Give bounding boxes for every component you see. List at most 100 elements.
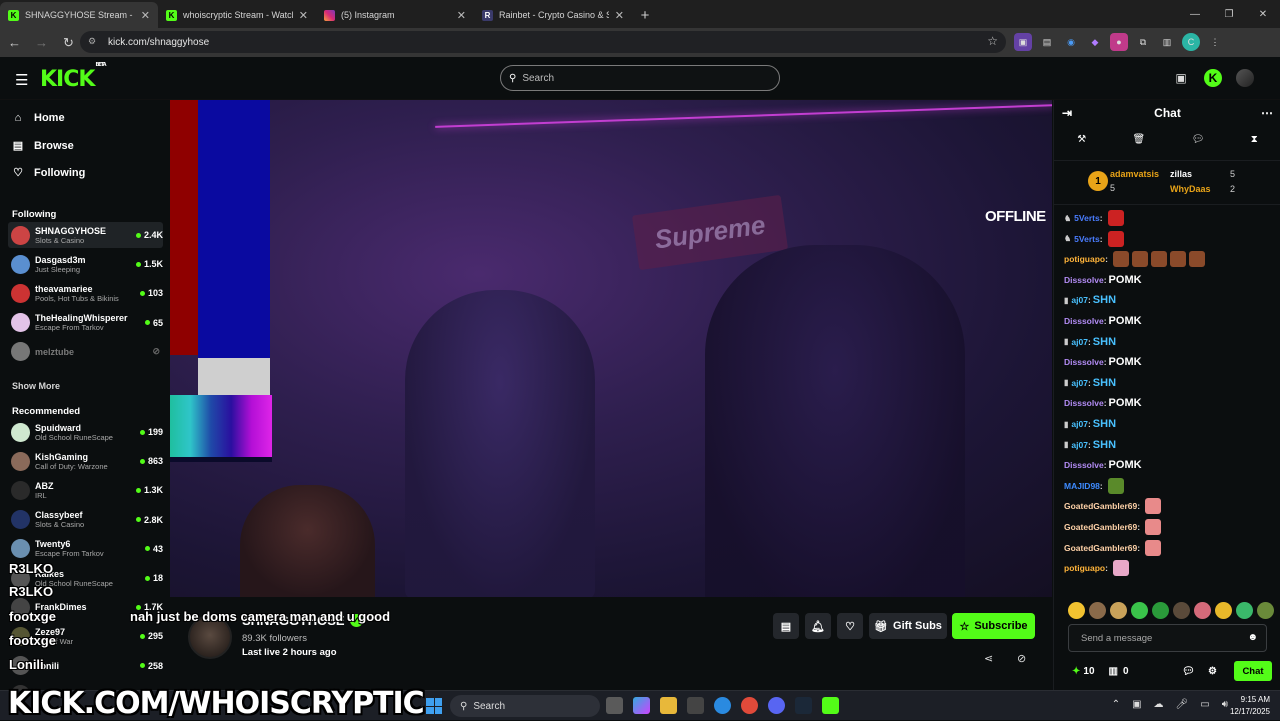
display-icon[interactable]: ▭	[1200, 699, 1209, 710]
chat-username[interactable]: GoatedGambler69	[1064, 543, 1137, 553]
chat-message[interactable]: Disssolve: POMK	[1064, 352, 1142, 372]
emote-icon[interactable]	[1089, 602, 1106, 619]
sidebar-nav-home[interactable]: ⌂ Home	[12, 112, 65, 124]
tab-whoiscryptic[interactable]: K whoiscryptic Stream - Watch Li ✕	[158, 2, 316, 28]
chat-username[interactable]: aj07	[1071, 378, 1088, 388]
reload-icon[interactable]: ↻	[56, 30, 81, 55]
chat-username[interactable]: 5Verts	[1074, 234, 1100, 244]
theater-mode-icon[interactable]: ▣	[1172, 69, 1190, 87]
sidebar-channel[interactable]: Classybeef Slots & Casino 2.8K	[8, 507, 163, 533]
menu-dots-icon[interactable]: ⋮	[1206, 33, 1224, 51]
hammer-icon[interactable]: ⚒	[1077, 134, 1086, 154]
hide-icon[interactable]: ⊘	[1017, 652, 1026, 665]
close-window-icon[interactable]: ✕	[1246, 0, 1280, 28]
chat-message[interactable]: ♞ 5Verts:	[1064, 229, 1124, 249]
chat-username[interactable]: Disssolve	[1064, 398, 1104, 408]
twitch-extension-icon[interactable]: ▣	[1014, 33, 1032, 51]
discord-icon[interactable]	[768, 697, 785, 714]
chat-message[interactable]: ▮ aj07: SHN	[1064, 290, 1116, 310]
chat-message[interactable]: ▮ aj07: SHN	[1064, 414, 1116, 434]
hourglass-icon[interactable]: ⧗	[1251, 134, 1258, 154]
chat-username[interactable]: Disssolve	[1064, 357, 1104, 367]
sidebar-nav-browse[interactable]: ▤ Browse	[12, 139, 74, 153]
chat-username[interactable]: aj07	[1071, 419, 1088, 429]
chat-username[interactable]: Disssolve	[1064, 275, 1104, 285]
store-icon[interactable]	[687, 697, 704, 714]
microphone-icon[interactable]: 🎤︎	[1176, 699, 1189, 710]
emote-icon[interactable]	[1236, 602, 1253, 619]
video-player[interactable]: Supreme	[170, 100, 1052, 597]
chat-username[interactable]: aj07	[1071, 440, 1088, 450]
edge-icon[interactable]	[714, 697, 731, 714]
emote-icon[interactable]	[1068, 602, 1085, 619]
sidebar-channel[interactable]: TheHealingWhisperer Escape From Tarkov 65	[8, 310, 163, 336]
taskbar-search[interactable]: ⚲ Search	[450, 695, 600, 717]
site-info-icon[interactable]: ⚙	[88, 36, 100, 48]
close-icon[interactable]: ✕	[299, 9, 308, 22]
chat-message[interactable]: GoatedGambler69:	[1064, 517, 1162, 537]
profile-icon[interactable]: C	[1182, 33, 1200, 51]
chat-username[interactable]: Disssolve	[1064, 460, 1104, 470]
extension-icon[interactable]: ▤	[1038, 33, 1056, 51]
chat-message-input[interactable]: Send a message ☻	[1068, 624, 1267, 652]
collapse-chat-icon[interactable]: ⇥	[1062, 106, 1072, 120]
network-icon[interactable]: ☁	[1154, 699, 1164, 710]
tab-rainbet[interactable]: R Rainbet - Crypto Casino & Spo ✕	[474, 2, 632, 28]
windows-start-icon[interactable]	[426, 698, 442, 714]
kick-app-icon[interactable]	[822, 697, 839, 714]
send-chat-button[interactable]: Chat	[1234, 661, 1272, 681]
subscribe-button[interactable]: ☆ Subscribe	[952, 613, 1035, 639]
tab-shnaggyhose[interactable]: K SHNAGGYHOSE Stream - Watch ✕	[0, 2, 158, 28]
chat-options-icon[interactable]: ⋯	[1261, 106, 1273, 120]
emote-icon[interactable]	[1152, 602, 1169, 619]
kick-points-icon[interactable]: K	[1204, 69, 1222, 87]
chat-message[interactable]: potiguapo:	[1064, 558, 1129, 578]
tray-app-icon[interactable]: ▣	[1132, 699, 1141, 710]
puzzle-icon[interactable]: ⧉	[1134, 33, 1152, 51]
restore-icon[interactable]: ❐	[1212, 0, 1246, 28]
show-more-link[interactable]: Show More	[12, 381, 60, 391]
emote-icon[interactable]	[1131, 602, 1148, 619]
chat-message[interactable]: MAJID98:	[1064, 476, 1124, 496]
volume-icon[interactable]: 🔊︎	[1222, 699, 1228, 710]
chat-username[interactable]: potiguapo	[1064, 563, 1105, 573]
chat-message[interactable]: Disssolve: POMK	[1064, 455, 1142, 475]
taskbar-clock[interactable]: 9:15 AM 12/17/2025	[1230, 694, 1270, 718]
follow-button[interactable]: ♡	[837, 613, 863, 639]
extension-icon[interactable]: ◉	[1062, 33, 1080, 51]
chat-username[interactable]: GoatedGambler69	[1064, 501, 1137, 511]
search-input[interactable]: ⚲ Search	[500, 65, 780, 91]
chat-username[interactable]: 5Verts	[1074, 213, 1100, 223]
emoji-picker-icon[interactable]: ☻	[1247, 632, 1258, 643]
sidebar-channel[interactable]: SHNAGGYHOSE Slots & Casino 2.4K	[8, 222, 163, 248]
tab-instagram[interactable]: (5) Instagram ✕	[316, 2, 474, 28]
chat-message[interactable]: ▮ aj07: SHN	[1064, 373, 1116, 393]
chat-bubble-icon[interactable]: 💬︎	[1192, 134, 1205, 154]
sidepanel-icon[interactable]: ▥	[1158, 33, 1176, 51]
close-icon[interactable]: ✕	[141, 9, 150, 22]
kick-logo[interactable]: KICKBETA	[40, 62, 107, 92]
chat-message[interactable]: Disssolve: POMK	[1064, 311, 1142, 331]
chat-message[interactable]: ▮ aj07: SHN	[1064, 332, 1116, 352]
sidebar-channel[interactable]: theavamariee Pools, Hot Tubs & Bikinis 103	[8, 280, 163, 306]
gift-subs-button[interactable]: 🎁︎ Gift Subs	[869, 613, 947, 639]
new-tab-button[interactable]: +	[632, 2, 658, 28]
hamburger-menu-icon[interactable]: ☰	[15, 71, 28, 89]
close-icon[interactable]: ✕	[457, 9, 466, 22]
chat-username[interactable]: aj07	[1071, 337, 1088, 347]
minimize-icon[interactable]: —	[1178, 0, 1212, 28]
emote-icon[interactable]	[1257, 602, 1274, 619]
chat-message[interactable]: Disssolve: POMK	[1064, 393, 1142, 413]
user-avatar[interactable]	[1236, 69, 1254, 87]
task-view-icon[interactable]	[606, 697, 623, 714]
trash-icon[interactable]: 🗑︎	[1133, 134, 1146, 154]
chat-message[interactable]: GoatedGambler69:	[1064, 496, 1162, 516]
chevron-up-icon[interactable]: ⌃	[1112, 699, 1120, 710]
chat-username[interactable]: MAJID98	[1064, 481, 1100, 491]
close-icon[interactable]: ✕	[615, 9, 624, 22]
extension-icon[interactable]: ◆	[1086, 33, 1104, 51]
sidebar-channel[interactable]: ABZ IRL 1.3K	[8, 477, 163, 503]
sidebar-channel[interactable]: Dasgasd3m Just Sleeping 1.5K	[8, 251, 163, 277]
settings-icon[interactable]: ⚙	[1208, 666, 1217, 677]
emote-icon[interactable]	[1215, 602, 1232, 619]
